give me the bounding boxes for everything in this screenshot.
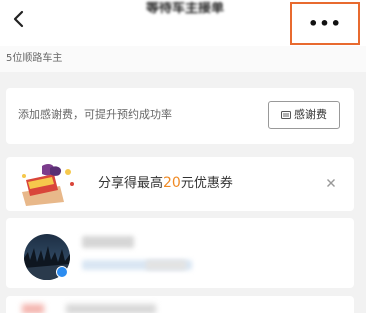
- thank-fee-card: 添加感谢费，可提升预约成功率 感谢费: [6, 88, 354, 144]
- share-coupon-amount: 20: [163, 175, 181, 191]
- top-bar: 等待车主接单 •••: [0, 0, 366, 46]
- wallet-icon: [281, 111, 291, 119]
- more-options-button[interactable]: •••: [290, 2, 360, 45]
- driver-name-redacted: [82, 236, 134, 248]
- gift-box-icon: [22, 164, 74, 206]
- verified-badge-icon: [56, 266, 68, 278]
- share-coupon-banner[interactable]: 分享得最高20元优惠券: [6, 157, 354, 211]
- redacted-tag: [22, 304, 44, 313]
- share-text-after: 元优惠券: [180, 176, 233, 191]
- back-icon[interactable]: [8, 8, 30, 30]
- driver-card-partial[interactable]: [6, 296, 354, 313]
- share-text-before: 分享得最高: [98, 176, 164, 191]
- thank-fee-hint: 添加感谢费，可提升预约成功率: [18, 108, 172, 121]
- redacted-text: [66, 304, 156, 313]
- add-thank-fee-button[interactable]: 感谢费: [268, 101, 340, 129]
- thank-fee-button-label: 感谢费: [294, 108, 327, 121]
- driver-card[interactable]: [6, 218, 354, 288]
- page-subtitle: [88, 20, 258, 34]
- page-title: 等待车主接单: [145, 2, 224, 16]
- close-icon[interactable]: [324, 176, 338, 190]
- drivers-count-text: 5位顺路车主: [6, 53, 63, 64]
- more-dots-icon: •••: [308, 13, 342, 33]
- drivers-count-strip: 5位顺路车主: [0, 46, 366, 72]
- driver-info-redacted-2: [146, 260, 186, 270]
- share-coupon-text: 分享得最高20元优惠券: [98, 175, 233, 192]
